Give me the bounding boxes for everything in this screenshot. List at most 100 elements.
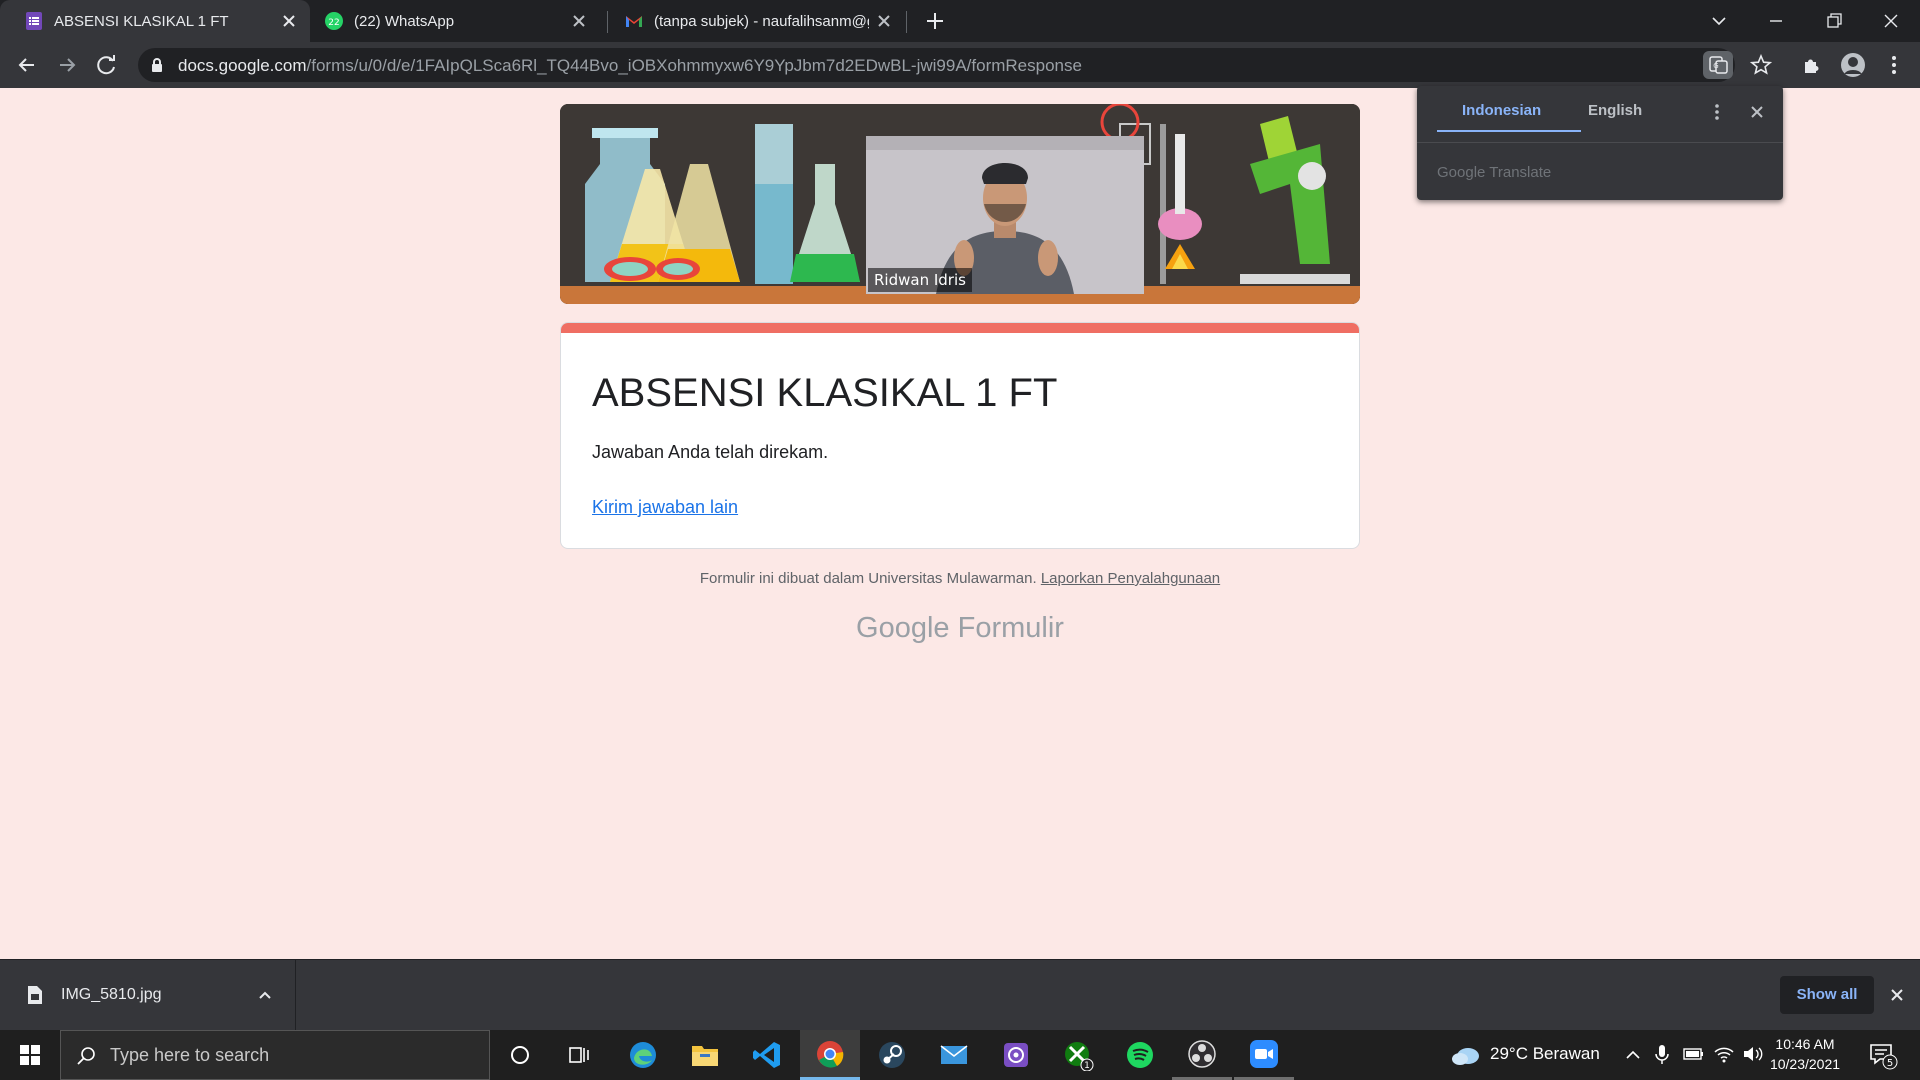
reload-icon[interactable] bbox=[92, 50, 122, 80]
footer-text: Formulir ini dibuat dalam Universitas Mu… bbox=[699, 570, 1037, 587]
translate-button[interactable]: G bbox=[1703, 51, 1733, 79]
new-tab-icon[interactable] bbox=[922, 8, 948, 34]
svg-text:G: G bbox=[1713, 62, 1718, 70]
gmail-icon bbox=[626, 16, 642, 27]
purple-app-icon bbox=[1004, 1043, 1028, 1067]
taskbar-steam[interactable] bbox=[862, 1030, 922, 1080]
card-accent-bar bbox=[561, 323, 1359, 333]
task-view-button[interactable] bbox=[550, 1030, 610, 1080]
chevron-up-icon[interactable] bbox=[1623, 1045, 1643, 1065]
url-text: docs.google.com/forms/u/0/d/e/1FAIpQLSca… bbox=[178, 56, 1082, 75]
file-icon bbox=[28, 986, 42, 1004]
taskbar-file-explorer[interactable] bbox=[675, 1030, 735, 1080]
translate-tab-indonesian[interactable]: Indonesian bbox=[1462, 102, 1541, 119]
tab-label: (tanpa subjek) - naufalihsanm@g bbox=[654, 12, 869, 30]
obs-icon bbox=[1188, 1039, 1216, 1068]
notification-center-icon[interactable]: 5 bbox=[1868, 1042, 1898, 1070]
close-window-icon[interactable] bbox=[1866, 6, 1914, 36]
active-tab-indicator bbox=[1437, 130, 1581, 132]
battery-icon[interactable] bbox=[1683, 1046, 1705, 1062]
lock-icon[interactable] bbox=[150, 57, 164, 73]
tab-separator bbox=[906, 11, 907, 33]
weather-cloud-icon[interactable] bbox=[1450, 1042, 1482, 1068]
form-title: ABSENSI KLASIKAL 1 FT bbox=[592, 371, 1058, 415]
report-abuse-link[interactable]: Laporkan Penyalahgunaan bbox=[1041, 570, 1220, 587]
close-tab-icon[interactable] bbox=[280, 12, 298, 30]
taskbar-vscode[interactable] bbox=[737, 1030, 797, 1080]
whatsapp-icon: 22 bbox=[325, 12, 343, 30]
weather-text[interactable]: 29°C Berawan bbox=[1490, 1044, 1600, 1064]
tab-search-icon[interactable] bbox=[1695, 6, 1743, 36]
cortana-circle-icon bbox=[511, 1046, 529, 1064]
profile-avatar-icon[interactable] bbox=[1838, 50, 1868, 80]
close-tab-icon[interactable] bbox=[570, 12, 588, 30]
submit-another-response-link[interactable]: Kirim jawaban lain bbox=[592, 497, 738, 518]
bookmark-star-icon[interactable] bbox=[1750, 54, 1772, 76]
cortana-button[interactable] bbox=[490, 1030, 550, 1080]
divider bbox=[1417, 142, 1783, 143]
search-icon bbox=[77, 1047, 95, 1065]
tab-absensi[interactable]: ABSENSI KLASIKAL 1 FT bbox=[0, 0, 310, 42]
google-translate-popup: Indonesian English Google Translate bbox=[1417, 86, 1783, 200]
taskbar-search-box[interactable]: Type here to search bbox=[60, 1030, 490, 1080]
task-view-icon bbox=[569, 1047, 589, 1063]
browser-tab-strip: ABSENSI KLASIKAL 1 FT 22 (22) WhatsApp (… bbox=[0, 0, 1920, 42]
tab-gmail[interactable]: (tanpa subjek) - naufalihsanm@g bbox=[600, 0, 905, 42]
taskbar-mail[interactable] bbox=[924, 1030, 984, 1080]
tab-label: ABSENSI KLASIKAL 1 FT bbox=[54, 12, 229, 30]
close-shelf-icon[interactable] bbox=[1887, 985, 1907, 1005]
browser-menu-icon[interactable] bbox=[1879, 50, 1909, 80]
microphone-icon[interactable] bbox=[1653, 1043, 1671, 1067]
translate-brand: Google Translate bbox=[1437, 164, 1552, 181]
close-tab-icon[interactable] bbox=[875, 12, 893, 30]
windows-taskbar: Type here to search 1 29°C Berawan 10:46… bbox=[0, 1030, 1920, 1080]
video-call-overlay[interactable]: Ridwan Idris bbox=[866, 136, 1144, 294]
logo-product-text: Formulir bbox=[957, 612, 1064, 644]
forward-icon[interactable] bbox=[52, 50, 82, 80]
form-confirmation-card: ABSENSI KLASIKAL 1 FT Jawaban Anda telah… bbox=[560, 322, 1360, 549]
clock-time: 10:46 AM bbox=[1775, 1036, 1835, 1052]
clock-date: 10/23/2021 bbox=[1769, 1056, 1841, 1072]
mail-icon bbox=[940, 1045, 968, 1064]
extensions-puzzle-icon[interactable] bbox=[1797, 50, 1827, 80]
spotify-icon bbox=[1127, 1042, 1153, 1068]
steam-icon bbox=[879, 1042, 905, 1068]
form-footer: Formulir ini dibuat dalam Universitas Mu… bbox=[560, 570, 1360, 587]
taskbar-edge[interactable] bbox=[613, 1030, 673, 1080]
svg-text:22: 22 bbox=[328, 18, 339, 28]
browser-toolbar: docs.google.com/forms/u/0/d/e/1FAIpQLSca… bbox=[0, 42, 1920, 88]
svg-text:1: 1 bbox=[1084, 1061, 1090, 1071]
taskbar-chrome[interactable] bbox=[800, 1030, 860, 1080]
download-shelf: IMG_5810.jpg Show all bbox=[0, 959, 1920, 1031]
back-icon[interactable] bbox=[12, 50, 42, 80]
wifi-icon[interactable] bbox=[1713, 1044, 1735, 1064]
translate-tab-english[interactable]: English bbox=[1588, 102, 1642, 119]
address-bar[interactable]: docs.google.com/forms/u/0/d/e/1FAIpQLSca… bbox=[138, 48, 1772, 82]
translate-options-icon[interactable] bbox=[1707, 100, 1727, 124]
taskbar-app-purple[interactable] bbox=[986, 1030, 1046, 1080]
restore-icon[interactable] bbox=[1810, 6, 1858, 36]
download-filename: IMG_5810.jpg bbox=[61, 986, 162, 1003]
start-button[interactable] bbox=[0, 1030, 60, 1080]
taskbar-xbox[interactable]: 1 bbox=[1048, 1030, 1108, 1080]
close-icon[interactable] bbox=[1746, 101, 1768, 123]
taskbar-obs[interactable] bbox=[1172, 1030, 1232, 1080]
search-placeholder: Type here to search bbox=[110, 1045, 270, 1065]
volume-icon[interactable] bbox=[1742, 1044, 1764, 1064]
minimize-icon[interactable] bbox=[1752, 6, 1800, 36]
google-forms-icon bbox=[26, 12, 42, 30]
svg-text:5: 5 bbox=[1887, 1058, 1893, 1069]
chrome-icon bbox=[817, 1040, 844, 1068]
folder-icon bbox=[692, 1046, 718, 1066]
chevron-up-icon[interactable] bbox=[255, 985, 275, 1005]
taskbar-spotify[interactable] bbox=[1110, 1030, 1170, 1080]
download-item[interactable]: IMG_5810.jpg bbox=[0, 960, 296, 1031]
translate-icon: G bbox=[1709, 56, 1728, 74]
system-clock[interactable]: 10:46 AM 10/23/2021 bbox=[1768, 1034, 1842, 1074]
show-all-button[interactable]: Show all bbox=[1780, 976, 1874, 1014]
xbox-icon: 1 bbox=[1065, 1042, 1094, 1071]
tab-whatsapp[interactable]: 22 (22) WhatsApp bbox=[300, 0, 600, 42]
taskbar-zoom[interactable] bbox=[1234, 1030, 1294, 1080]
zoom-icon bbox=[1250, 1039, 1278, 1068]
google-forms-logo[interactable]: Google Formulir bbox=[560, 612, 1360, 645]
